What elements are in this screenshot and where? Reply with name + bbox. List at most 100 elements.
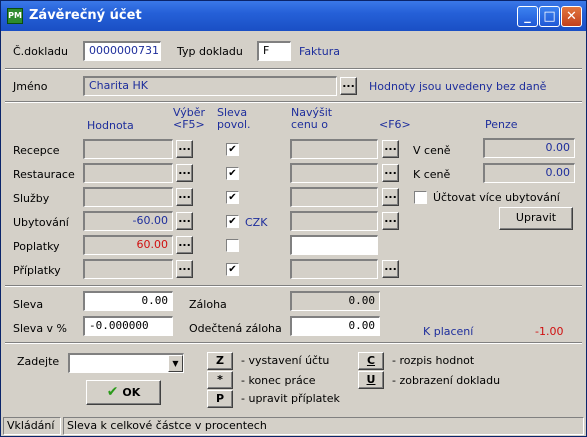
minimize-button[interactable]: _ xyxy=(517,6,538,27)
row-increase-field-restaurace[interactable] xyxy=(290,163,378,183)
dialog-window: PM Závěrečný účet _ □ ✕ Č.dokladu 000000… xyxy=(0,0,587,437)
cdokladu-label: Č.dokladu xyxy=(13,45,69,58)
row-value-ubytovani[interactable]: -60.00 xyxy=(83,211,173,231)
row-increase-button-sluzby[interactable]: ... xyxy=(382,188,399,206)
u-key-desc: - zobrazení dokladu xyxy=(392,374,501,387)
status-hint: Sleva k celkové částce v procentech xyxy=(63,417,584,435)
k-placeni-value: -1.00 xyxy=(535,325,564,338)
c-key-desc: - rozpis hodnot xyxy=(392,354,475,367)
separator xyxy=(5,101,582,103)
row-select-button-priplatky[interactable]: ... xyxy=(176,260,193,278)
odectena-field[interactable]: 0.00 xyxy=(290,316,380,336)
row-discount-checkbox-priplatky[interactable]: ✔ xyxy=(226,263,239,276)
status-bar: Vkládání Sleva k celkové částce v procen… xyxy=(1,416,586,436)
close-button[interactable]: ✕ xyxy=(561,6,582,27)
v-cene-field[interactable]: 0.00 xyxy=(483,138,575,158)
jmeno-label: Jméno xyxy=(13,80,48,93)
row-select-button-poplatky[interactable]: ... xyxy=(176,236,193,254)
header-vyber-2: <F5> xyxy=(173,118,205,131)
jmeno-field[interactable]: Charita HK xyxy=(83,76,337,96)
maximize-icon: □ xyxy=(543,9,556,24)
typ-dokladu-name: Faktura xyxy=(299,45,340,58)
upravit-button[interactable]: Upravit xyxy=(499,207,573,230)
row-increase-button-ubytovani[interactable]: ... xyxy=(382,212,399,230)
row-value-sluzby[interactable] xyxy=(83,187,173,207)
minimize-icon: _ xyxy=(524,9,531,24)
row-label-restaurace: Restaurace xyxy=(13,168,75,181)
row-discount-checkbox-sluzby[interactable]: ✔ xyxy=(226,191,239,204)
k-cene-field[interactable]: 0.00 xyxy=(483,163,575,183)
row-increase-button-restaurace[interactable]: ... xyxy=(382,164,399,182)
separator xyxy=(5,342,582,344)
p-key-button[interactable]: P xyxy=(207,390,233,408)
row-label-priplatky: Příplatky xyxy=(13,264,61,277)
jmeno-select-button[interactable]: ... xyxy=(340,77,357,95)
p-key-desc: - upravit příplatek xyxy=(241,392,340,405)
header-navysit-2: cenu o xyxy=(291,118,328,131)
row-label-sluzby: Služby xyxy=(13,192,50,205)
zaloha-field[interactable]: 0.00 xyxy=(290,291,380,311)
row-discount-checkbox-ubytovani[interactable]: ✔ xyxy=(226,215,239,228)
title-bar[interactable]: PM Závěrečný účet _ □ ✕ xyxy=(1,1,586,31)
row-select-button-recepce[interactable]: ... xyxy=(176,140,193,158)
sleva-pct-label: Sleva v % xyxy=(13,322,68,335)
row-increase-field-sluzby[interactable] xyxy=(290,187,378,207)
row-increase-field-priplatky[interactable] xyxy=(290,259,378,279)
row-select-button-restaurace[interactable]: ... xyxy=(176,164,193,182)
sleva-label: Sleva xyxy=(13,298,44,311)
currency-label: CZK xyxy=(245,216,268,229)
tax-note: Hodnoty jsou uvedeny bez daně xyxy=(369,80,547,93)
z-key-desc: - vystavení účtu xyxy=(241,354,330,367)
row-increase-button-recepce[interactable]: ... xyxy=(382,140,399,158)
app-icon: PM xyxy=(7,8,23,24)
row-value-poplatky[interactable]: 60.00 xyxy=(83,235,173,255)
row-label-poplatky: Poplatky xyxy=(13,240,60,253)
row-label-recepce: Recepce xyxy=(13,144,60,157)
row-value-restaurace[interactable] xyxy=(83,163,173,183)
separator xyxy=(5,285,582,287)
row-increase-button-priplatky[interactable]: ... xyxy=(382,260,399,278)
header-sleva-2: povol. xyxy=(217,118,251,131)
v-cene-label: V ceně xyxy=(413,144,451,157)
status-mode: Vkládání xyxy=(3,417,61,435)
checkmark-icon: ✔ xyxy=(106,384,119,400)
c-key-button[interactable]: C xyxy=(358,352,384,370)
u-key-button[interactable]: U xyxy=(358,371,384,389)
row-discount-checkbox-restaurace[interactable]: ✔ xyxy=(226,167,239,180)
header-penze: Penze xyxy=(485,118,518,131)
row-value-priplatky[interactable] xyxy=(83,259,173,279)
row-select-button-sluzby[interactable]: ... xyxy=(176,188,193,206)
odectena-label: Odečtená záloha xyxy=(189,322,282,335)
row-discount-checkbox-recepce[interactable]: ✔ xyxy=(226,143,239,156)
typ-dokladu-field[interactable]: F xyxy=(257,41,291,61)
row-increase-field-recepce[interactable] xyxy=(290,139,378,159)
row-increase-field-ubytovani[interactable] xyxy=(290,211,378,231)
row-value-recepce[interactable] xyxy=(83,139,173,159)
ok-button[interactable]: ✔ OK xyxy=(86,380,161,405)
uctovat-label: Účtovat více ubytování xyxy=(433,191,560,204)
maximize-button[interactable]: □ xyxy=(539,6,560,27)
row-select-button-ubytovani[interactable]: ... xyxy=(176,212,193,230)
sleva-field[interactable]: 0.00 xyxy=(83,291,173,311)
header-hodnota: Hodnota xyxy=(87,119,134,132)
uctovat-checkbox[interactable] xyxy=(414,191,427,204)
k-cene-label: K ceně xyxy=(413,168,451,181)
row-increase-field-poplatky[interactable] xyxy=(290,235,378,255)
zaloha-label: Záloha xyxy=(189,298,227,311)
cdokladu-field[interactable]: 0000000731 xyxy=(83,41,161,61)
header-f6: <F6> xyxy=(379,118,411,131)
row-label-ubytovani: Ubytování xyxy=(13,216,69,229)
typ-dokladu-label: Typ dokladu xyxy=(177,45,243,58)
star-key-button[interactable]: * xyxy=(207,371,233,389)
zadejte-combobox[interactable]: ▼ xyxy=(68,353,184,373)
sleva-pct-field[interactable]: -0.000000 xyxy=(83,316,173,336)
close-icon: ✕ xyxy=(566,9,577,24)
chevron-down-icon[interactable]: ▼ xyxy=(168,355,183,372)
window-title: Závěrečný účet xyxy=(29,8,142,23)
zadejte-label: Zadejte xyxy=(17,355,60,368)
separator xyxy=(5,68,582,70)
z-key-button[interactable]: Z xyxy=(207,352,233,370)
ok-label: OK xyxy=(122,386,141,399)
k-placeni-label: K placení xyxy=(423,325,474,338)
row-discount-checkbox-poplatky[interactable] xyxy=(226,239,239,252)
